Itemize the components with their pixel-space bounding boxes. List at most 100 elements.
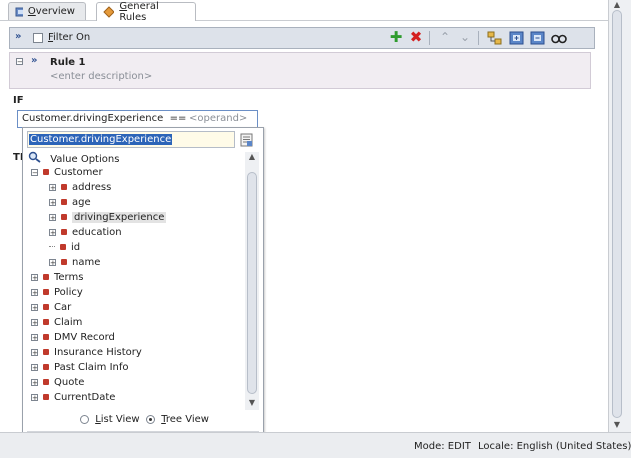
rule-description[interactable]: <enter description> xyxy=(50,71,152,82)
fact-icon xyxy=(43,274,49,280)
property-icon xyxy=(61,229,67,235)
expand-node-icon[interactable]: + xyxy=(49,258,56,266)
tree-node-label-selected: drivingExperience xyxy=(72,212,167,223)
expand-node-icon[interactable]: + xyxy=(31,318,38,326)
status-mode: Mode: EDIT xyxy=(414,441,471,452)
collapse-all-icon[interactable]: » xyxy=(15,31,21,42)
fact-icon xyxy=(43,319,49,325)
fact-icon xyxy=(43,304,49,310)
status-locale: Locale: English (United States) xyxy=(478,441,631,452)
fact-icon xyxy=(43,289,49,295)
expand-node-icon[interactable]: + xyxy=(49,198,56,206)
property-icon xyxy=(61,199,67,205)
expand-node-icon[interactable]: + xyxy=(49,183,56,191)
tree-view-radio[interactable] xyxy=(146,414,155,424)
tree-node-address[interactable]: + address xyxy=(31,180,166,195)
tree-node-claim[interactable]: + Claim xyxy=(31,315,166,330)
tab-general-rules-mnemonic: G xyxy=(119,1,128,12)
property-icon xyxy=(60,244,66,250)
tree-scroll-down-icon[interactable]: ▼ xyxy=(246,398,258,408)
tab-bar xyxy=(0,0,608,21)
show-icon[interactable] xyxy=(551,31,567,49)
tree-node-label: Quote xyxy=(54,377,85,388)
collapse-node-icon[interactable]: − xyxy=(31,168,38,176)
tree-node-label: Past Claim Info xyxy=(54,362,129,373)
main-scrollbar-thumb[interactable] xyxy=(612,10,622,418)
tree-node-label: id xyxy=(71,242,81,253)
value-options-header: Value Options xyxy=(28,151,119,166)
collapse-icon[interactable] xyxy=(530,31,546,49)
expand-node-icon[interactable]: + xyxy=(31,273,38,281)
tree-node-label: Claim xyxy=(54,317,83,328)
rule-collapse-icon[interactable]: − xyxy=(16,58,23,66)
condition-expression[interactable]: Customer.drivingExperience == xyxy=(22,113,186,124)
expand-node-icon[interactable]: + xyxy=(31,288,38,296)
tree-node-name[interactable]: + name xyxy=(31,255,166,270)
list-view-option[interactable]: List View xyxy=(80,414,140,425)
tree-node-label: address xyxy=(72,182,112,193)
property-icon xyxy=(61,184,67,190)
operand-placeholder[interactable]: <operand> xyxy=(189,113,247,124)
fact-icon xyxy=(43,394,49,400)
expand-icon[interactable] xyxy=(509,31,525,49)
rule-title[interactable]: Rule 1 xyxy=(50,57,85,68)
tree-node-education[interactable]: + education xyxy=(31,225,166,240)
expand-node-icon[interactable]: + xyxy=(31,333,38,341)
add-icon[interactable]: ✚ xyxy=(388,30,404,45)
tab-overview[interactable]: Overview xyxy=(8,2,86,20)
filter-label[interactable]: Filter On xyxy=(48,32,90,43)
tree-node-insurance-history[interactable]: + Insurance History xyxy=(31,345,166,360)
tree-node-drivingexperience[interactable]: + drivingExperience xyxy=(31,210,167,225)
list-view-label: ist View xyxy=(100,414,140,425)
tree-node-currentdate[interactable]: + CurrentDate xyxy=(31,390,166,405)
rules-toolbar xyxy=(9,27,595,49)
tab-overview-mnemonic: O xyxy=(27,6,36,17)
expand-node-icon[interactable]: + xyxy=(31,363,38,371)
move-down-icon[interactable]: ⌄ xyxy=(457,30,473,45)
tree-node-label: Car xyxy=(54,302,72,313)
filter-checkbox[interactable] xyxy=(33,33,43,43)
scroll-down-icon[interactable]: ▼ xyxy=(611,420,623,430)
tree-node-policy[interactable]: + Policy xyxy=(31,285,166,300)
tree-icon[interactable] xyxy=(487,31,503,49)
expand-node-icon[interactable]: + xyxy=(31,393,38,401)
expand-node-icon[interactable]: + xyxy=(49,228,56,236)
tree-node-quote[interactable]: + Quote xyxy=(31,375,166,390)
fact-icon xyxy=(43,379,49,385)
tree-node-label: name xyxy=(72,257,101,268)
tree-view-label: ree View xyxy=(165,414,209,425)
expand-node-icon[interactable]: + xyxy=(31,348,38,356)
tree-node-dmv-record[interactable]: + DMV Record xyxy=(31,330,166,345)
list-view-radio[interactable] xyxy=(80,414,89,424)
tree-node-label: DMV Record xyxy=(54,332,115,343)
expand-node-icon[interactable]: + xyxy=(49,213,56,221)
browse-value-icon[interactable] xyxy=(240,133,254,150)
move-up-icon[interactable]: ⌃ xyxy=(437,30,453,45)
tree-node-past-claim-info[interactable]: + Past Claim Info xyxy=(31,360,166,375)
tree-view-option[interactable]: Tree View xyxy=(146,414,209,425)
scroll-up-icon[interactable]: ▲ xyxy=(611,0,623,10)
tree-node-customer[interactable]: − Customer xyxy=(31,165,166,180)
tab-general-rules[interactable]: General Rules xyxy=(96,1,196,23)
tree-node-label: Customer xyxy=(54,167,103,178)
tree-node-id[interactable]: id xyxy=(31,240,166,255)
delete-icon[interactable]: ✖ xyxy=(408,30,424,45)
expand-node-icon[interactable]: + xyxy=(31,378,38,386)
property-icon xyxy=(61,214,67,220)
value-search-selected-text: Customer.drivingExperience xyxy=(29,134,173,145)
tree-scroll-up-icon[interactable]: ▲ xyxy=(246,152,258,162)
toolbar-divider xyxy=(429,31,430,45)
fact-icon xyxy=(43,364,49,370)
tree-scrollbar-thumb[interactable] xyxy=(247,172,257,394)
overview-icon xyxy=(15,7,23,16)
tree-node-terms[interactable]: + Terms xyxy=(31,270,166,285)
tab-overview-label: verview xyxy=(35,6,75,17)
value-search-text[interactable]: Customer.drivingExperience xyxy=(29,134,173,145)
tree-node-car[interactable]: + Car xyxy=(31,300,166,315)
ruleset-icon xyxy=(103,6,115,18)
tree-node-label: CurrentDate xyxy=(54,392,116,403)
fact-icon xyxy=(43,169,49,175)
tree-node-age[interactable]: + age xyxy=(31,195,166,210)
rule-expand-arrows-icon[interactable]: » xyxy=(31,55,37,66)
expand-node-icon[interactable]: + xyxy=(31,303,38,311)
